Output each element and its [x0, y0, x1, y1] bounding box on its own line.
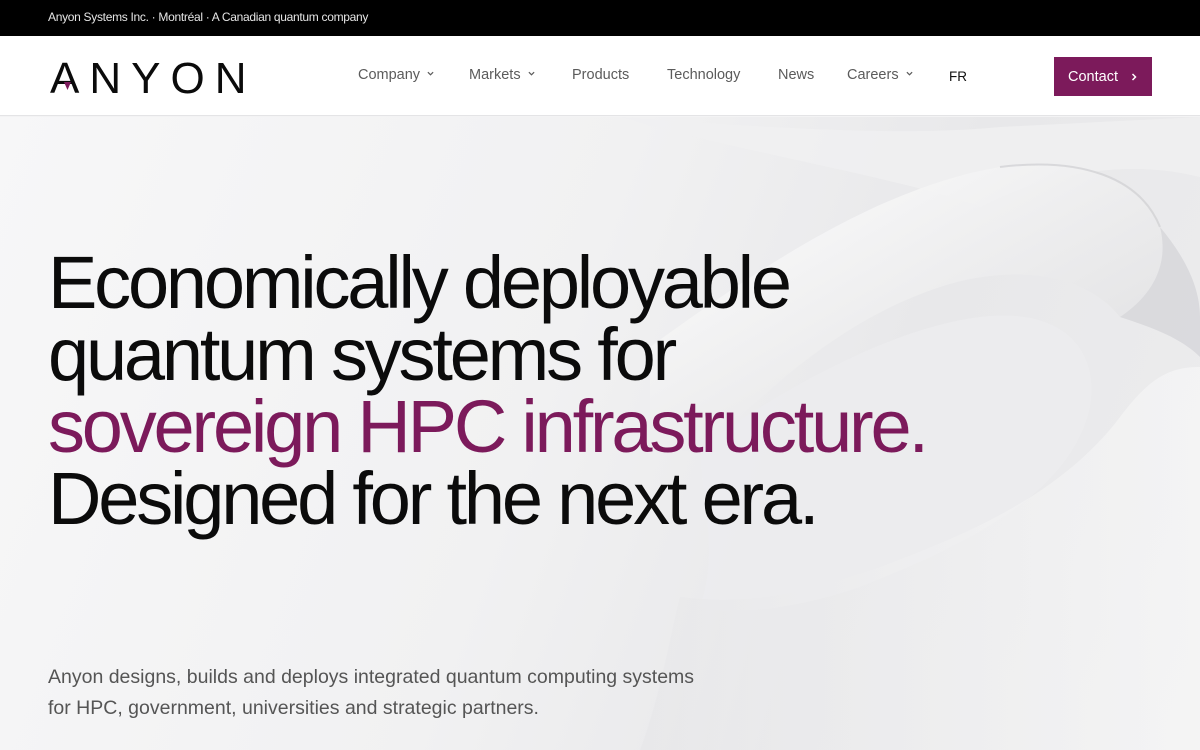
nav-item-technology[interactable]: Technology: [667, 67, 740, 83]
chevron-right-icon: [1131, 72, 1137, 81]
nav-item-markets[interactable]: Markets: [469, 67, 535, 83]
anyon-logo[interactable]: ANYON: [50, 56, 266, 96]
chevron-down-icon: [427, 71, 434, 76]
nav-item-label: Markets: [469, 67, 521, 83]
nav-item-careers[interactable]: Careers: [847, 67, 913, 83]
logo-wordmark: ANYON: [50, 56, 256, 96]
nav-item-products[interactable]: Products: [572, 67, 629, 83]
nav-item-label: Careers: [847, 67, 899, 83]
main-navigation: ANYON Company Markets Products Technolog…: [0, 36, 1200, 116]
headline-text-end: Designed for the next era.: [48, 457, 820, 540]
contact-button[interactable]: Contact: [1054, 57, 1152, 96]
headline-accent-text: sovereign HPC infrastructure.: [48, 385, 929, 468]
hero-section: Economically deployable quantum systems …: [0, 117, 1200, 750]
chevron-down-icon: [528, 71, 535, 76]
nav-item-company[interactable]: Company: [358, 67, 434, 83]
chevron-down-icon: [906, 71, 913, 76]
language-switch-fr[interactable]: FR: [949, 69, 967, 84]
headline-text: Economically deployable quantum systems …: [48, 241, 792, 396]
hero-headline: Economically deployable quantum systems …: [48, 246, 929, 536]
announcement-text: Anyon Systems Inc. · Montréal · A Canadi…: [48, 10, 369, 24]
announcement-bar: Anyon Systems Inc. · Montréal · A Canadi…: [0, 0, 1200, 36]
hero-subtext: Anyon designs, builds and deploys integr…: [48, 666, 695, 719]
contact-button-label: Contact: [1068, 68, 1118, 85]
nav-item-label: Company: [358, 67, 421, 83]
nav-item-news[interactable]: News: [778, 67, 814, 83]
